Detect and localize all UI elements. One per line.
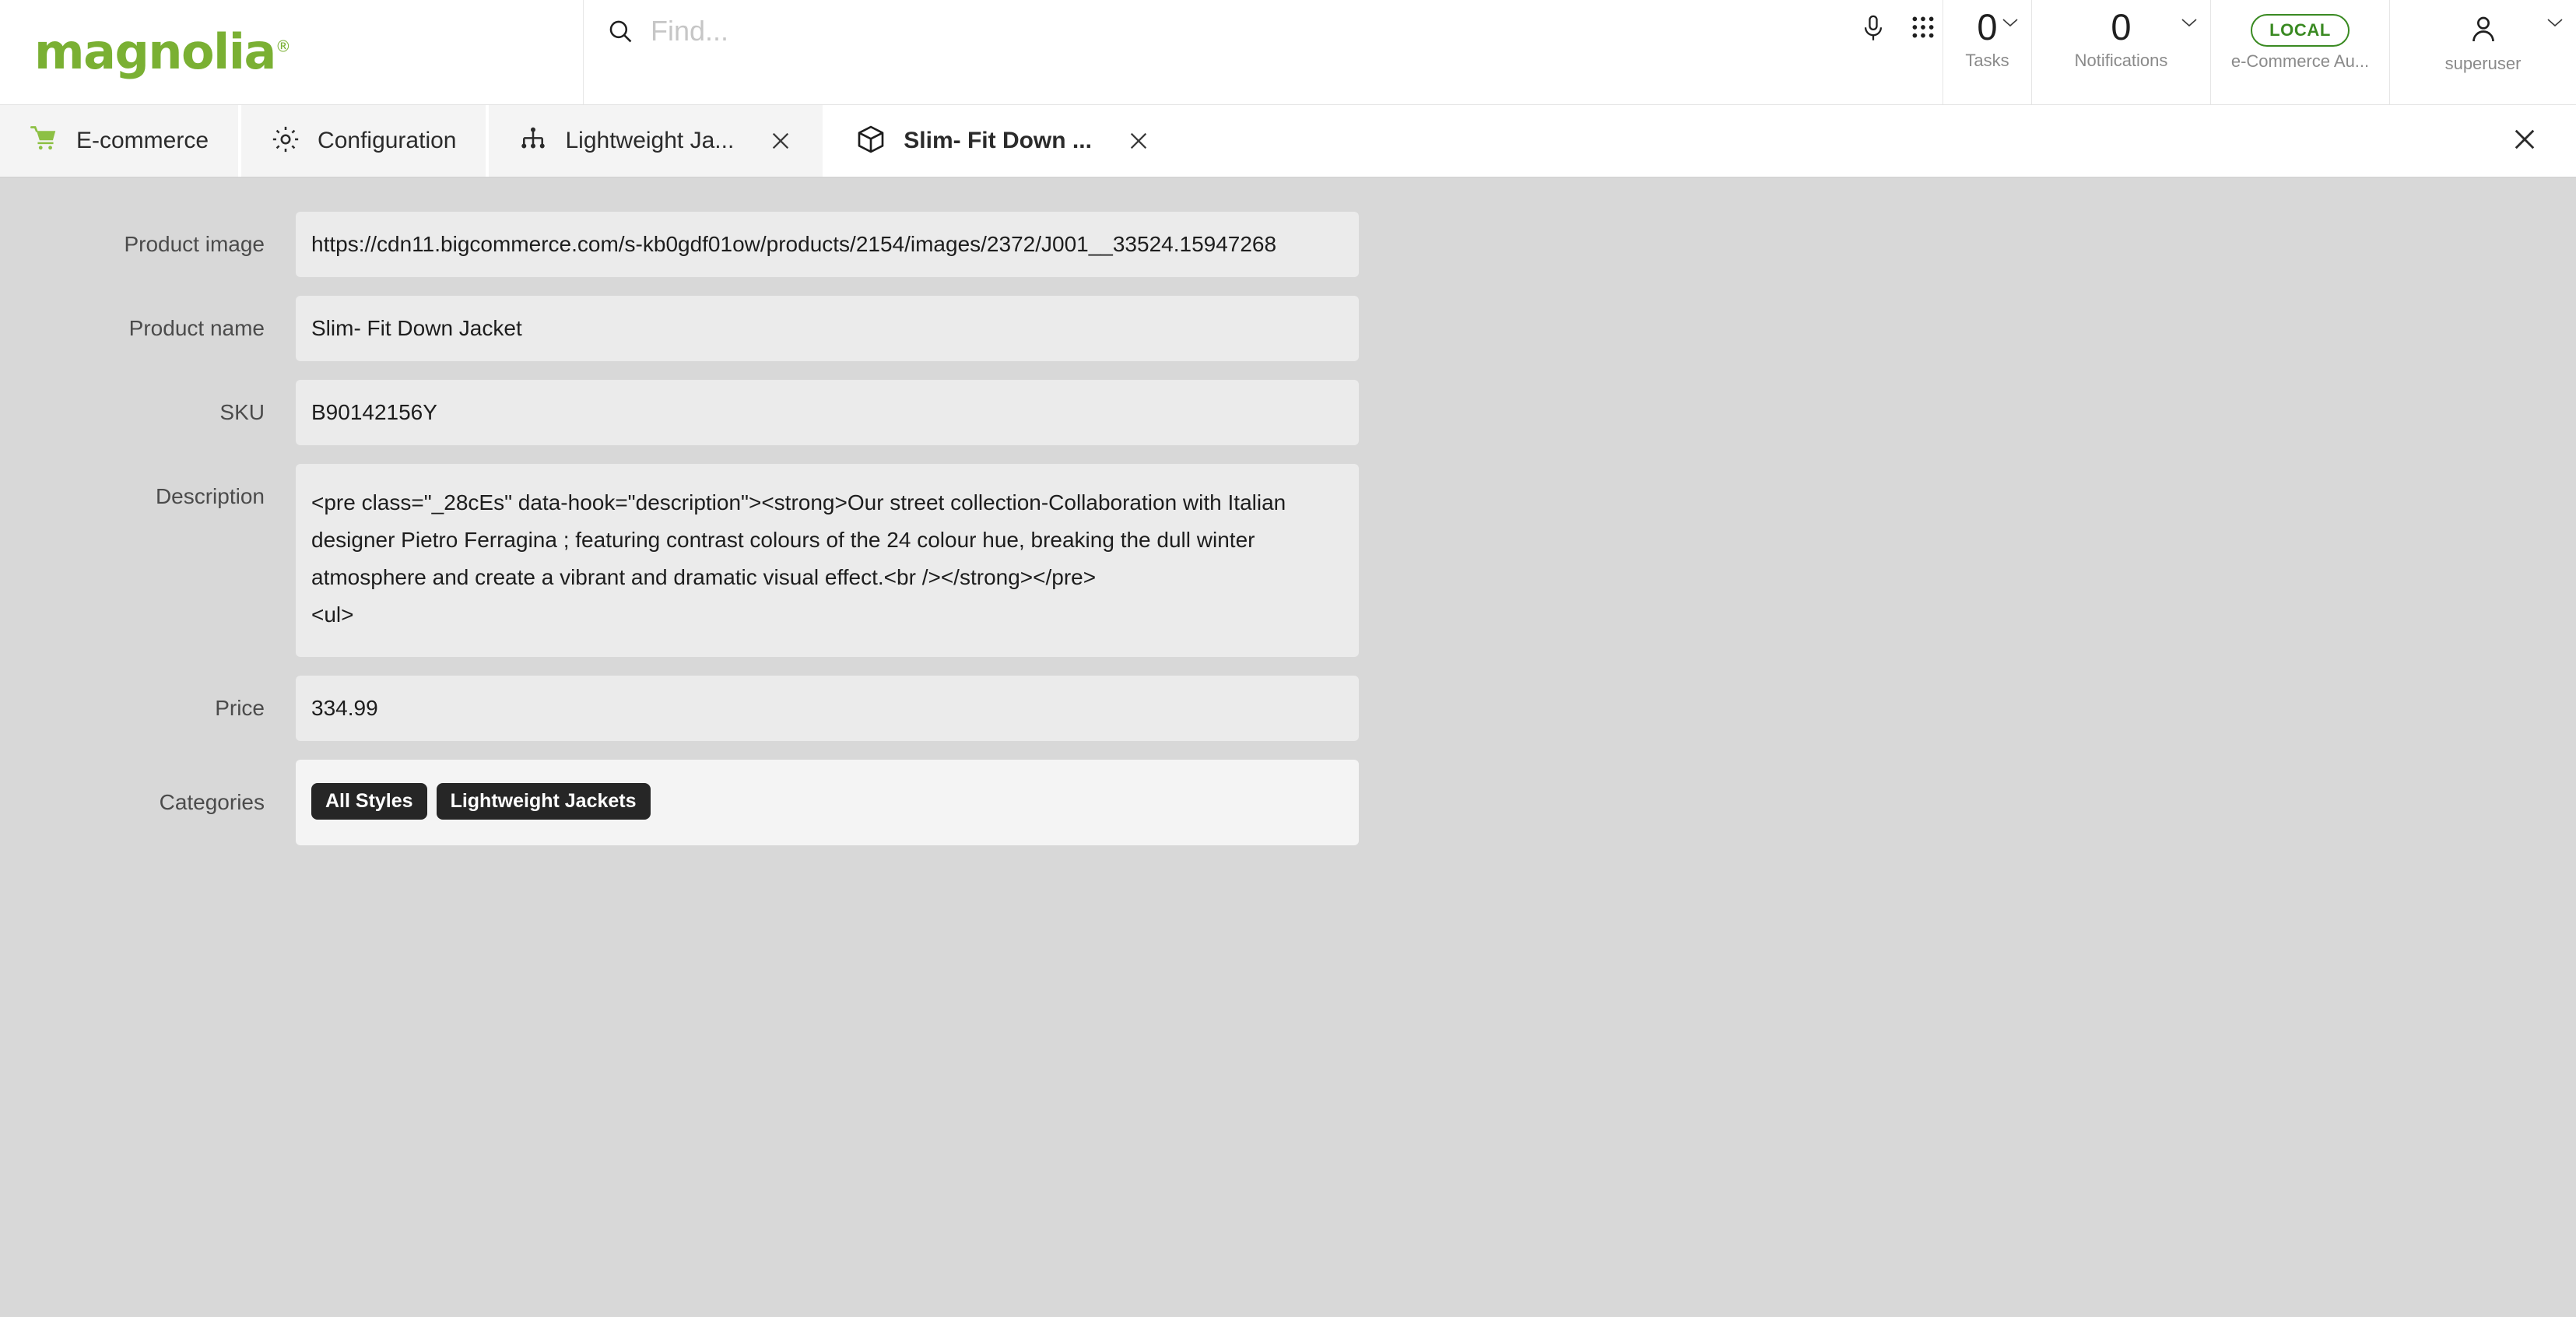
app-header: magnolia® 0 xyxy=(0,0,2576,105)
tab-ecommerce[interactable]: E-commerce xyxy=(0,105,238,177)
registered-trademark-icon: ® xyxy=(275,37,290,55)
field-row-categories: Categories All Styles Lightweight Jacket… xyxy=(0,760,2576,845)
search-icon xyxy=(607,18,633,44)
search-input[interactable] xyxy=(649,14,1508,48)
tab-label: Slim- Fit Down ... xyxy=(904,128,1092,154)
app-grid-icon[interactable] xyxy=(1910,14,1936,40)
field-row-description: Description <pre class="_28cEs" data-hoo… xyxy=(0,464,2576,657)
product-name-label: Product name xyxy=(0,296,296,361)
description-label: Description xyxy=(0,464,296,529)
product-detail-form: Product image https://cdn11.bigcommerce.… xyxy=(0,177,2576,845)
notifications-label: Notifications xyxy=(2075,51,2168,71)
tab-bar: E-commerce Configuration Lightw xyxy=(0,105,2576,177)
magnolia-logo[interactable]: magnolia® xyxy=(34,28,290,76)
tab-bar-spacer xyxy=(1184,105,2511,177)
avatar xyxy=(2468,14,2499,49)
categories-value: All Styles Lightweight Jackets xyxy=(296,760,1359,845)
categories-label: Categories xyxy=(0,760,296,845)
category-chip[interactable]: Lightweight Jackets xyxy=(437,783,651,820)
product-name-value[interactable]: Slim- Fit Down Jacket xyxy=(296,296,1359,361)
product-image-label: Product image xyxy=(0,212,296,277)
notifications-count: 0 xyxy=(2111,8,2131,46)
chevron-down-icon[interactable] xyxy=(2002,17,2019,27)
category-chip[interactable]: All Styles xyxy=(311,783,427,820)
tab-lightweight-jackets[interactable]: Lightweight Ja... xyxy=(489,105,823,177)
tab-slim-fit-down-jacket[interactable]: Slim- Fit Down ... xyxy=(826,105,1181,177)
chevron-down-icon[interactable] xyxy=(2546,17,2564,27)
category-chip-list: All Styles Lightweight Jackets xyxy=(311,783,651,820)
price-label: Price xyxy=(0,676,296,741)
tasks-label: Tasks xyxy=(1965,51,2009,71)
header-icon-group xyxy=(1860,0,1943,104)
hierarchy-tree-icon xyxy=(518,125,548,158)
description-line: <pre class="_28cEs" data-hook="descripti… xyxy=(311,484,1343,522)
product-image-value[interactable]: https://cdn11.bigcommerce.com/s-kb0gdf01… xyxy=(296,212,1359,277)
notifications-cell[interactable]: 0 Notifications xyxy=(2031,0,2210,104)
description-line: <ul> xyxy=(311,596,1343,634)
shopping-cart-icon xyxy=(30,125,59,158)
cube-icon xyxy=(855,124,886,159)
logo-text: magnolia xyxy=(34,23,275,80)
price-value[interactable]: 334.99 xyxy=(296,676,1359,741)
field-row-price: Price 334.99 xyxy=(0,676,2576,741)
status-badge: LOCAL xyxy=(2251,14,2350,47)
sku-label: SKU xyxy=(0,380,296,445)
microphone-icon[interactable] xyxy=(1860,14,1886,44)
field-row-product-image: Product image https://cdn11.bigcommerce.… xyxy=(0,212,2576,277)
tab-label: Lightweight Ja... xyxy=(565,128,734,154)
field-row-sku: SKU B90142156Y xyxy=(0,380,2576,445)
gear-icon xyxy=(271,125,300,158)
chevron-down-icon[interactable] xyxy=(2181,17,2198,27)
search-cell xyxy=(584,0,1860,104)
tab-close-icon[interactable] xyxy=(1126,128,1151,153)
tab-close-icon[interactable] xyxy=(768,128,793,153)
sku-value[interactable]: B90142156Y xyxy=(296,380,1359,445)
field-row-product-name: Product name Slim- Fit Down Jacket xyxy=(0,296,2576,361)
tab-label: Configuration xyxy=(318,128,456,154)
tasks-cell[interactable]: 0 Tasks xyxy=(1943,0,2031,104)
close-all-button[interactable] xyxy=(2511,105,2576,177)
description-line: atmosphere and create a vibrant and dram… xyxy=(311,559,1343,596)
tab-label: E-commerce xyxy=(76,128,209,154)
tasks-count: 0 xyxy=(1977,8,1997,46)
user-name: superuser xyxy=(2445,54,2522,74)
description-value[interactable]: <pre class="_28cEs" data-hook="descripti… xyxy=(296,464,1359,657)
close-icon xyxy=(2511,125,2539,157)
environment-label: e-Commerce Au... xyxy=(2231,51,2369,72)
user-cell[interactable]: superuser xyxy=(2389,0,2576,104)
brand-cell: magnolia® xyxy=(0,0,584,104)
environment-cell[interactable]: LOCAL e-Commerce Au... xyxy=(2210,0,2389,104)
description-line: designer Pietro Ferragina ; featuring co… xyxy=(311,522,1343,559)
tab-configuration[interactable]: Configuration xyxy=(241,105,486,177)
